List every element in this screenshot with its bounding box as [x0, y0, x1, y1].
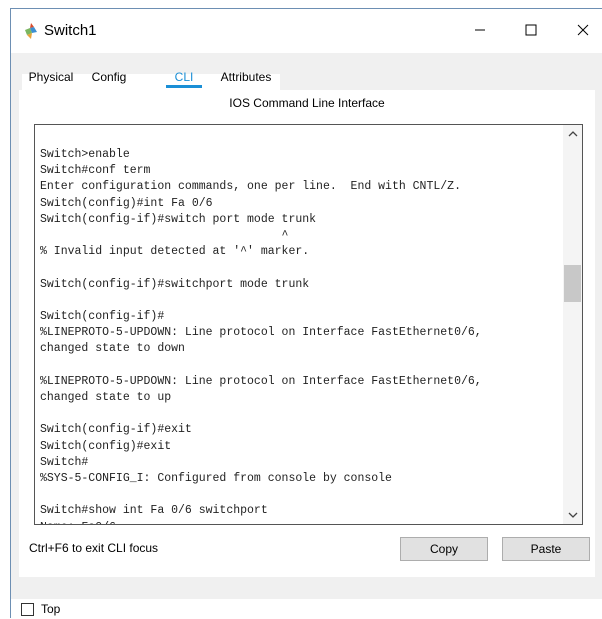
paste-button[interactable]: Paste — [502, 537, 590, 561]
tab-attributes[interactable]: Attributes — [215, 68, 277, 90]
console-scrollbar[interactable] — [563, 125, 582, 524]
chevron-down-icon — [568, 508, 578, 522]
tab-config[interactable]: Config — [83, 68, 135, 90]
tab-attributes-label: Attributes — [220, 70, 272, 84]
packet-tracer-switch-icon — [21, 21, 41, 41]
tab-config-label: Config — [91, 70, 127, 84]
cli-panel: IOS Command Line Interface Switch>enable… — [19, 90, 595, 577]
window-title: Switch1 — [44, 22, 97, 39]
cli-console[interactable]: Switch>enable Switch#conf term Enter con… — [34, 124, 583, 525]
chevron-up-icon — [568, 127, 578, 141]
maximize-button[interactable] — [508, 9, 554, 53]
active-tab-indicator — [166, 85, 202, 88]
panel-title: IOS Command Line Interface — [229, 96, 385, 110]
background-edge — [0, 0, 10, 618]
bottom-bar: Top — [11, 599, 602, 619]
tab-physical[interactable]: Physical — [22, 68, 80, 90]
scroll-thumb[interactable] — [564, 265, 581, 302]
minimize-icon — [474, 24, 486, 39]
copy-button[interactable]: Copy — [400, 537, 488, 561]
close-icon — [577, 24, 589, 39]
scroll-down-button[interactable] — [563, 506, 582, 524]
tab-cli[interactable]: CLI — [158, 68, 210, 90]
top-checkbox[interactable] — [21, 603, 34, 616]
title-bar[interactable]: Switch1 — [11, 9, 602, 53]
tab-physical-label: Physical — [28, 70, 74, 84]
scroll-up-button[interactable] — [563, 125, 582, 143]
minimize-button[interactable] — [457, 9, 503, 53]
close-button[interactable] — [560, 9, 602, 53]
maximize-icon — [525, 24, 537, 39]
focus-hint: Ctrl+F6 to exit CLI focus — [29, 541, 159, 555]
switch-window: Switch1 Physical Config CLI Attributes I… — [10, 8, 602, 619]
window-client-area: Physical Config CLI Attributes IOS Comma… — [11, 53, 602, 619]
tab-cli-label: CLI — [174, 70, 194, 84]
top-checkbox-label: Top — [41, 602, 61, 616]
console-output[interactable]: Switch>enable Switch#conf term Enter con… — [40, 147, 565, 524]
